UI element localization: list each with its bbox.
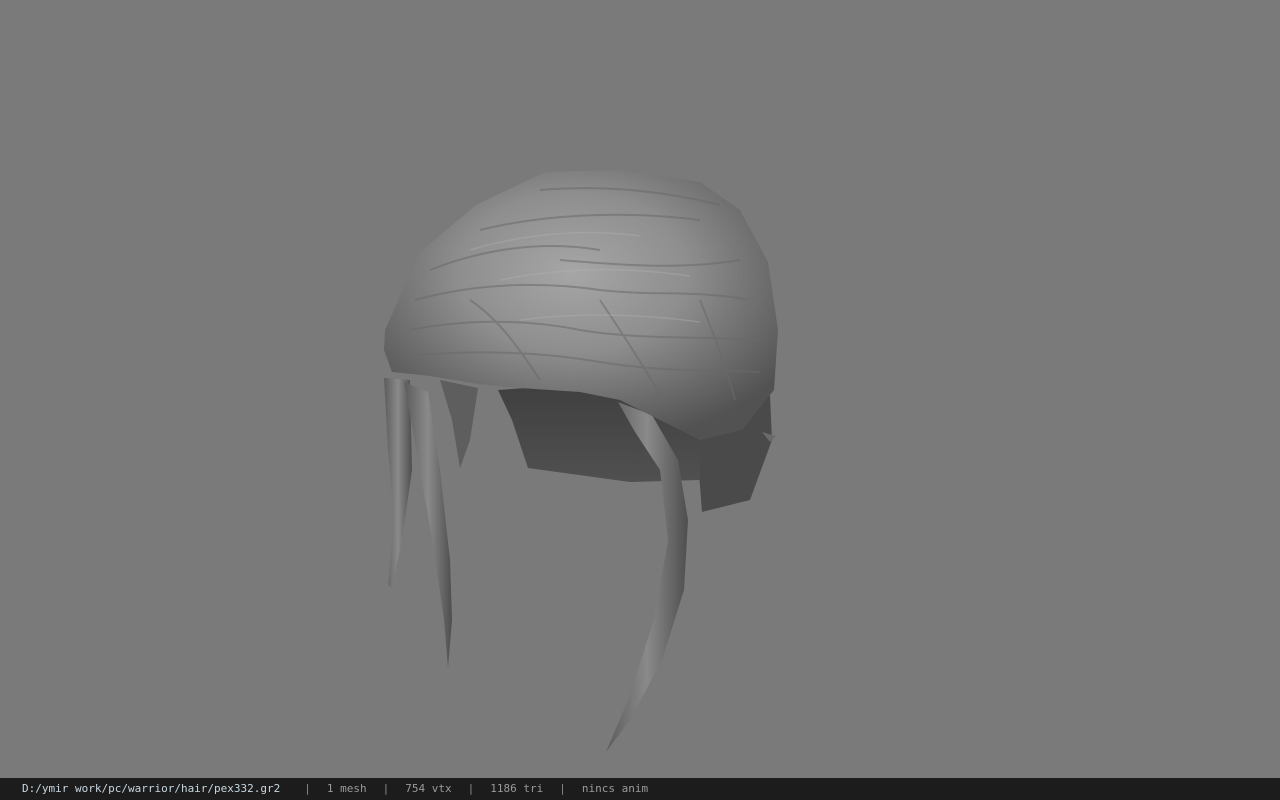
- file-path: D:/ymir work/pc/warrior/hair/pex332.gr2: [22, 782, 281, 795]
- hair-model: [384, 170, 778, 752]
- animation-status: nincs anim: [581, 782, 649, 795]
- hair-strand-left-inner: [404, 382, 452, 668]
- mesh-count: 1 mesh: [326, 782, 367, 795]
- status-separator: |: [304, 782, 311, 795]
- status-separator: |: [559, 782, 566, 795]
- triangle-count: 1186 tri: [490, 782, 544, 795]
- vertex-count: 754 vtx: [405, 782, 452, 795]
- model-viewport[interactable]: [0, 0, 1280, 778]
- status-separator: |: [467, 782, 475, 795]
- status-separator: |: [382, 782, 390, 795]
- status-bar: D:/ymir work/pc/warrior/hair/pex332.gr2 |…: [0, 778, 1280, 800]
- hair-strand-left-outer: [384, 378, 412, 588]
- hair-drape-left: [440, 380, 478, 468]
